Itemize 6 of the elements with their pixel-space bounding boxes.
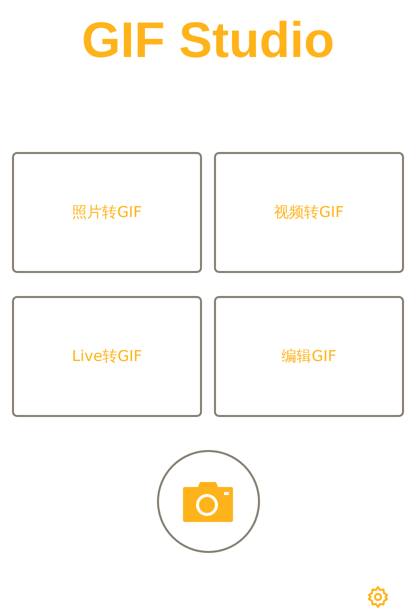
action-button[interactable]: 视频转GIF (214, 152, 404, 273)
action-button[interactable]: 编辑GIF (214, 296, 404, 417)
action-button[interactable]: Live转GIF (12, 296, 202, 417)
camera-icon (183, 481, 233, 522)
app-title: GIF Studio (82, 11, 334, 70)
action-button[interactable]: 照片转GIF (12, 152, 202, 273)
